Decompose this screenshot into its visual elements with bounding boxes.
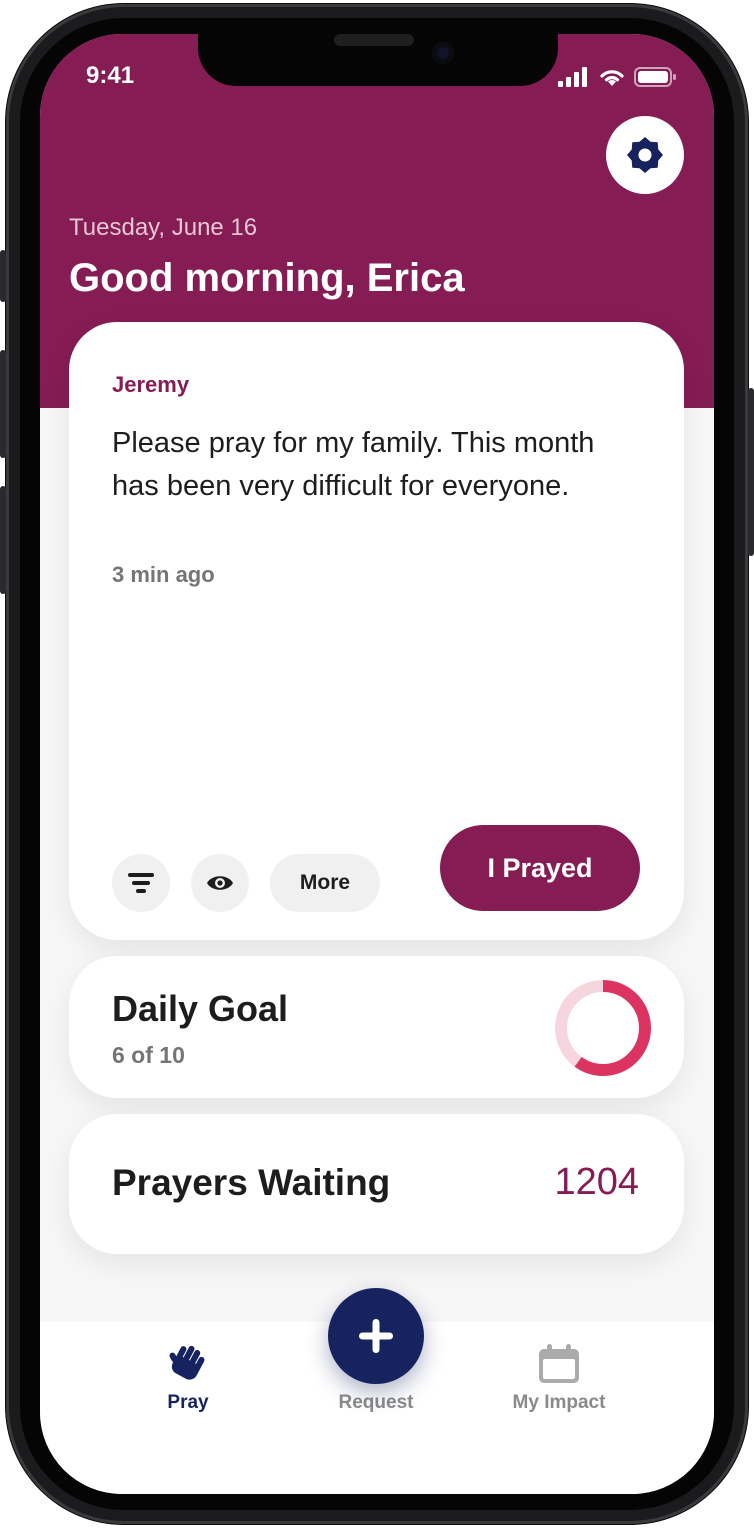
daily-goal-title: Daily Goal bbox=[112, 988, 289, 1029]
tab-my-impact-label: My Impact bbox=[512, 1392, 606, 1413]
view-button[interactable] bbox=[191, 854, 249, 912]
prayers-waiting-count: 1204 bbox=[554, 1161, 639, 1203]
daily-goal-progress-ring bbox=[555, 980, 651, 1076]
eye-icon bbox=[207, 876, 233, 890]
daily-goal-progress-text: 6 of 10 bbox=[112, 1042, 185, 1068]
i-prayed-button[interactable]: I Prayed bbox=[440, 825, 640, 911]
screen: 9:41 Tuesday, June 16 Good morning, Eric… bbox=[40, 34, 714, 1494]
more-button[interactable]: More bbox=[270, 854, 380, 912]
calendar-icon bbox=[539, 1344, 579, 1383]
side-button-mute bbox=[0, 250, 6, 302]
tab-pray-label: Pray bbox=[167, 1392, 209, 1413]
gear-icon bbox=[627, 137, 663, 173]
date-label: Tuesday, June 16 bbox=[69, 214, 258, 241]
tab-request-label: Request bbox=[338, 1392, 414, 1413]
filter-icon bbox=[128, 873, 154, 893]
tab-pray[interactable]: Pray bbox=[108, 1344, 268, 1434]
prayer-text: Please pray for my family. This month ha… bbox=[112, 427, 595, 502]
prayer-author[interactable]: Jeremy bbox=[112, 372, 189, 398]
front-camera bbox=[432, 42, 454, 64]
settings-button[interactable] bbox=[606, 116, 684, 194]
prayers-waiting-card[interactable]: Prayers Waiting 1204 bbox=[69, 1114, 684, 1254]
tab-my-impact[interactable]: My Impact bbox=[479, 1344, 639, 1434]
prayer-timestamp: 3 min ago bbox=[112, 562, 215, 587]
prayers-waiting-title: Prayers Waiting bbox=[112, 1162, 391, 1203]
notch bbox=[198, 34, 558, 86]
status-time: 9:41 bbox=[86, 62, 135, 89]
plus-icon bbox=[359, 1319, 393, 1353]
cellular-signal-icon bbox=[558, 67, 587, 87]
prayer-request-card: Jeremy Please pray for my family. This m… bbox=[69, 322, 684, 940]
daily-goal-card[interactable]: Daily Goal 6 of 10 bbox=[69, 956, 684, 1098]
filter-button[interactable] bbox=[112, 854, 170, 912]
side-button-power bbox=[748, 388, 754, 556]
wifi-icon bbox=[600, 70, 624, 86]
status-icons bbox=[558, 65, 678, 89]
side-button-volume-up bbox=[0, 350, 6, 458]
praying-hand-icon bbox=[169, 1345, 205, 1380]
add-request-button[interactable] bbox=[328, 1288, 424, 1384]
side-button-volume-down bbox=[0, 486, 6, 594]
greeting-title: Good morning, Erica bbox=[69, 256, 465, 300]
battery-icon bbox=[634, 67, 676, 87]
